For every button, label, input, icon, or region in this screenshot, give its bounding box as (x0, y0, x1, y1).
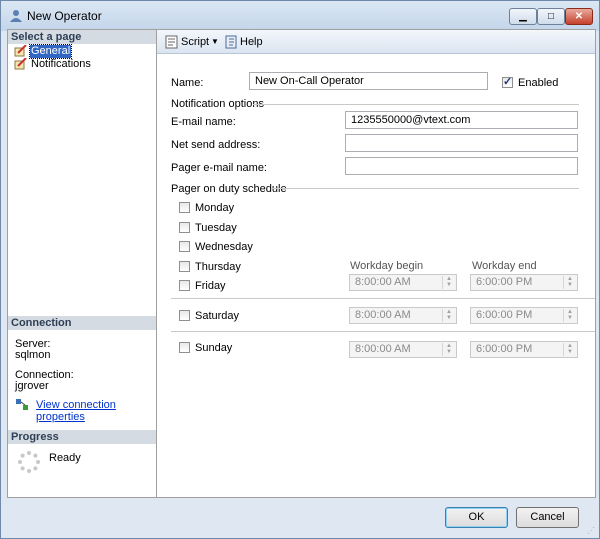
page-item-label: Notifications (31, 58, 91, 70)
monday-label: Monday (195, 202, 235, 214)
sunday-end-value: 6:00:00 PM (476, 343, 533, 355)
script-button[interactable]: Script (181, 35, 209, 49)
wednesday-label: Wednesday (195, 241, 253, 253)
sunday-checkbox[interactable] (179, 342, 190, 353)
sunday-begin-value: 8:00:00 AM (355, 343, 411, 355)
sunday-begin-time[interactable]: 8:00:00 AM ▲ ▼ (349, 341, 457, 358)
ok-button[interactable]: OK (445, 507, 508, 528)
maximize-button[interactable]: □ (537, 8, 565, 25)
cancel-button[interactable]: Cancel (516, 507, 579, 528)
net-send-input[interactable] (345, 134, 578, 152)
script-dropdown-icon[interactable]: ▼ (211, 35, 219, 49)
progress-spinner-icon (18, 451, 40, 473)
saturday-end-time[interactable]: 6:00:00 PM ▲ ▼ (470, 307, 578, 324)
spin-arrows-icon[interactable]: ▲ ▼ (442, 343, 455, 356)
name-label: Name: (171, 77, 204, 89)
progress-header: Progress (8, 430, 156, 444)
friday-checkbox[interactable] (179, 280, 190, 291)
notification-options-header: Notification options (171, 98, 264, 110)
server-value: sqlmon (15, 349, 51, 361)
minimize-icon: ▁ (519, 11, 527, 22)
spin-arrows-icon[interactable]: ▲ ▼ (563, 343, 576, 356)
connection-value: jgrover (15, 380, 49, 392)
workday-end-header: Workday end (472, 260, 537, 272)
sunday-label: Sunday (195, 342, 233, 354)
spin-arrows-icon[interactable]: ▲ ▼ (563, 276, 576, 289)
operator-icon (10, 10, 22, 22)
workday-begin-header: Workday begin (350, 260, 424, 272)
weekday-end-value: 6:00:00 PM (476, 276, 533, 288)
script-icon (165, 35, 178, 49)
page-item-notifications[interactable]: Notifications (14, 58, 92, 71)
spin-arrows-icon[interactable]: ▲ ▼ (442, 309, 455, 322)
page-notifications-icon (14, 58, 27, 70)
email-input[interactable]: 1235550000@vtext.com (345, 111, 578, 129)
name-input[interactable]: New On-Call Operator (249, 72, 488, 90)
new-operator-window: New Operator ▁ □ ✕ Select a page General… (0, 0, 600, 539)
saturday-separator (171, 331, 595, 332)
tuesday-label: Tuesday (195, 222, 237, 234)
left-pane: Select a page General Notifications Conn… (7, 29, 157, 498)
connection-properties-icon (16, 399, 28, 410)
spin-arrows-icon[interactable]: ▲ ▼ (442, 276, 455, 289)
page-item-label: General (28, 44, 73, 59)
pager-email-label: Pager e-mail name: (171, 162, 267, 174)
notification-options-divider (253, 104, 579, 105)
spin-arrows-icon[interactable]: ▲ ▼ (563, 309, 576, 322)
net-send-label: Net send address: (171, 139, 261, 151)
enabled-label: Enabled (518, 77, 559, 89)
resize-grip-icon[interactable]: ⋰ (587, 526, 597, 536)
monday-checkbox[interactable] (179, 202, 190, 213)
pager-email-input[interactable] (345, 157, 578, 175)
select-page-header: Select a page (8, 30, 156, 44)
thursday-checkbox[interactable] (179, 261, 190, 272)
maximize-icon: □ (547, 11, 555, 22)
saturday-label: Saturday (195, 310, 240, 322)
email-label: E-mail name: (171, 116, 236, 128)
help-icon (225, 35, 237, 49)
toolbar: Script ▼ Help (157, 30, 595, 54)
wednesday-checkbox[interactable] (179, 241, 190, 252)
weekday-end-time[interactable]: 6:00:00 PM ▲ ▼ (470, 274, 578, 291)
friday-label: Friday (195, 280, 226, 292)
tuesday-checkbox[interactable] (179, 222, 190, 233)
pager-schedule-header: Pager on duty schedule (171, 183, 287, 195)
close-button[interactable]: ✕ (565, 8, 593, 25)
close-icon: ✕ (574, 11, 584, 22)
main-pane: Script ▼ Help Name: New On-Call Operator… (156, 29, 596, 498)
saturday-begin-value: 8:00:00 AM (355, 309, 411, 321)
saturday-end-value: 6:00:00 PM (476, 309, 533, 321)
progress-status: Ready (49, 452, 81, 464)
enabled-checkbox[interactable] (502, 75, 513, 88)
sunday-end-time[interactable]: 6:00:00 PM ▲ ▼ (470, 341, 578, 358)
weekday-begin-value: 8:00:00 AM (355, 276, 411, 288)
connection-header: Connection (8, 316, 156, 330)
help-button[interactable]: Help (240, 35, 263, 49)
title-bar: New Operator ▁ □ ✕ (1, 1, 599, 31)
page-general-icon (14, 45, 27, 57)
window-title: New Operator (27, 9, 102, 23)
weekday-separator (171, 298, 595, 299)
view-connection-properties-link[interactable]: View connection properties (36, 399, 156, 423)
thursday-label: Thursday (195, 261, 241, 273)
saturday-checkbox[interactable] (179, 310, 190, 321)
saturday-begin-time[interactable]: 8:00:00 AM ▲ ▼ (349, 307, 457, 324)
weekday-begin-time[interactable]: 8:00:00 AM ▲ ▼ (349, 274, 457, 291)
minimize-button[interactable]: ▁ (509, 8, 537, 25)
pager-schedule-divider (271, 188, 579, 189)
page-item-general[interactable]: General (14, 44, 73, 59)
